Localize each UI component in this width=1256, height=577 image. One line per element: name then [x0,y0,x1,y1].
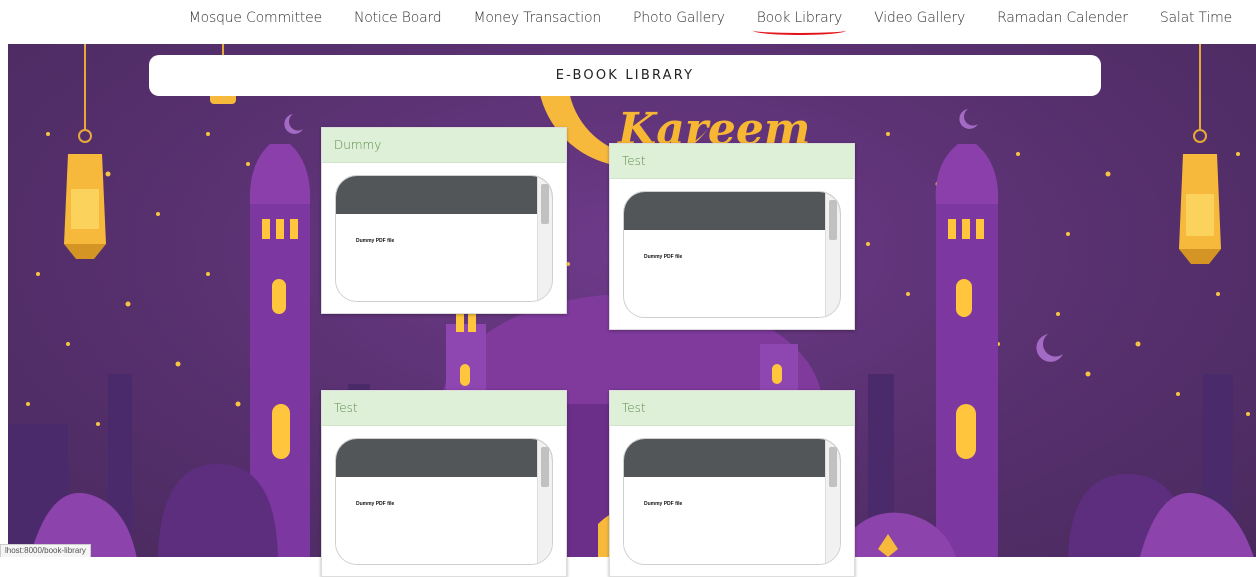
book-card-title: Test [610,144,854,179]
pdf-scrollbar[interactable] [537,176,552,301]
pdf-viewer[interactable]: Dummy PDF file [335,438,553,565]
pdf-page-text: Dummy PDF file [356,238,395,244]
pdf-scrollbar[interactable] [825,439,840,564]
pdf-page: Dummy PDF file [336,477,538,564]
pdf-scrollbar[interactable] [825,192,840,317]
right-minaret [935,144,999,557]
book-card-dummy[interactable]: Dummy Dummy PDF file [321,127,567,314]
pdf-viewer[interactable]: Dummy PDF file [623,191,841,318]
pdf-toolbar[interactable] [624,192,840,230]
book-card-test-1[interactable]: Test Dummy PDF file [609,143,855,330]
book-card-title: Dummy [322,128,566,163]
book-card-test-3[interactable]: Test Dummy PDF file [609,390,855,577]
top-navigation: Mosque Committee Notice Board Money Tran… [0,0,1256,44]
left-lantern-icon [64,44,106,259]
pdf-viewer[interactable]: Dummy PDF file [335,175,553,302]
pdf-page: Dummy PDF file [624,230,826,317]
nav-item-notice-board[interactable]: Notice Board [338,10,458,26]
nav-item-mosque-committee[interactable]: Mosque Committee [173,10,338,26]
pdf-page: Dummy PDF file [336,214,538,301]
browser-status-url: lhost:8000/book-library [0,544,91,557]
pdf-scrollbar-thumb[interactable] [829,200,837,240]
pdf-page-text: Dummy PDF file [644,501,683,507]
page-title: E-BOOK LIBRARY [149,55,1101,96]
pdf-scrollbar[interactable] [537,439,552,564]
nav-item-ramadan-calender[interactable]: Ramadan Calender [981,10,1144,26]
pdf-toolbar[interactable] [624,439,840,477]
right-lantern-icon [1179,44,1221,264]
pdf-scrollbar-thumb[interactable] [541,184,549,224]
nav-item-money-transaction[interactable]: Money Transaction [457,10,617,26]
pdf-toolbar[interactable] [336,176,552,214]
pdf-scrollbar-thumb[interactable] [829,447,837,487]
nav-item-video-gallery[interactable]: Video Gallery [858,10,981,26]
pdf-toolbar[interactable] [336,439,552,477]
nav-item-book-library[interactable]: Book Library [741,10,858,35]
book-card-title: Test [322,391,566,426]
nav-item-photo-gallery[interactable]: Photo Gallery [617,10,741,26]
nav-item-salat-time[interactable]: Salat Time [1144,10,1248,26]
pdf-page-text: Dummy PDF file [644,254,683,260]
pdf-page-text: Dummy PDF file [356,501,395,507]
pdf-page: Dummy PDF file [624,477,826,564]
book-card-title: Test [610,391,854,426]
pdf-scrollbar-thumb[interactable] [541,447,549,487]
pdf-viewer[interactable]: Dummy PDF file [623,438,841,565]
book-card-test-2[interactable]: Test Dummy PDF file [321,390,567,577]
